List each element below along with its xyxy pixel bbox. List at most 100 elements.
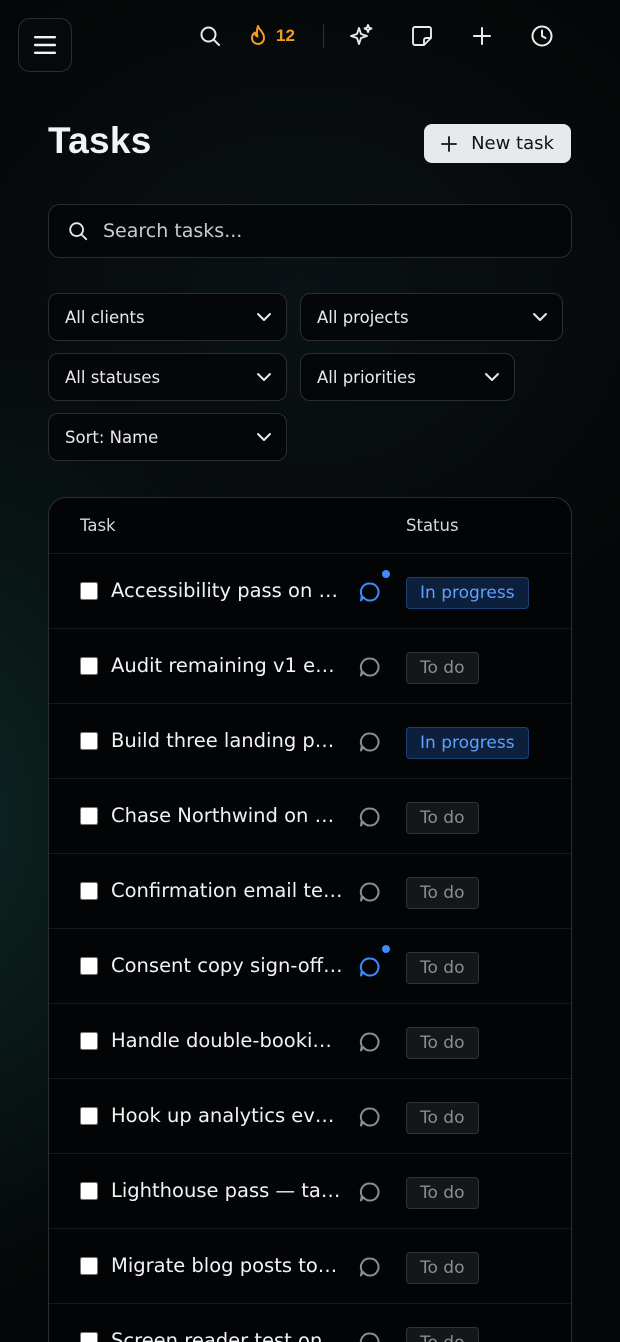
history-button[interactable] xyxy=(522,18,562,54)
project-filter[interactable]: All projects xyxy=(300,293,563,341)
notes-button[interactable] xyxy=(402,18,442,54)
task-name[interactable]: Accessibility pass on keyboard navigatio… xyxy=(111,579,343,602)
task-name[interactable]: Chase Northwind on brand assets xyxy=(111,804,343,827)
new-task-button[interactable]: New task xyxy=(424,124,571,163)
status-badge[interactable]: To do xyxy=(406,802,479,834)
table-header: Task Status xyxy=(49,498,571,554)
status-badge[interactable]: To do xyxy=(406,1252,479,1284)
task-checkbox[interactable] xyxy=(80,1182,98,1200)
task-name[interactable]: Consent copy sign-off from legal xyxy=(111,954,343,977)
task-checkbox[interactable] xyxy=(80,582,98,600)
task-name[interactable]: Audit remaining v1 endpoints xyxy=(111,654,343,677)
priority-filter-label: All priorities xyxy=(317,367,416,387)
table-row[interactable]: Build three landing page variants In pro… xyxy=(49,704,571,779)
chevron-down-icon xyxy=(257,313,271,321)
client-filter[interactable]: All clients xyxy=(48,293,287,341)
clock-icon xyxy=(531,25,553,47)
sparkles-icon xyxy=(349,24,373,45)
table-row[interactable]: Audit remaining v1 endpoints To do xyxy=(49,629,571,704)
menu-button[interactable] xyxy=(18,18,72,72)
status-badge[interactable]: In progress xyxy=(406,577,529,609)
search-button[interactable] xyxy=(190,18,230,54)
status-badge[interactable]: To do xyxy=(406,1102,479,1134)
task-name[interactable]: Migrate blog posts to new CMS xyxy=(111,1254,343,1277)
comment-icon[interactable] xyxy=(358,580,382,604)
status-badge[interactable]: To do xyxy=(406,1327,479,1342)
comment-icon[interactable] xyxy=(358,1255,382,1279)
plus-icon xyxy=(441,135,457,152)
table-row[interactable]: Confirmation email template To do xyxy=(49,854,571,929)
table-row[interactable]: Migrate blog posts to new CMS To do xyxy=(49,1229,571,1304)
task-checkbox[interactable] xyxy=(80,1032,98,1050)
table-row[interactable]: Accessibility pass on keyboard navigatio… xyxy=(49,554,571,629)
chevron-down-icon xyxy=(485,373,499,381)
status-column-header: Status xyxy=(406,516,459,535)
task-name[interactable]: Lighthouse pass — target 90+ xyxy=(111,1179,343,1202)
ai-button[interactable] xyxy=(342,18,382,54)
table-row[interactable]: Lighthouse pass — target 90+ To do xyxy=(49,1154,571,1229)
status-badge[interactable]: To do xyxy=(406,1177,479,1209)
task-checkbox[interactable] xyxy=(80,1257,98,1275)
status-badge[interactable]: To do xyxy=(406,877,479,909)
task-checkbox[interactable] xyxy=(80,882,98,900)
search-input[interactable] xyxy=(103,220,571,242)
top-toolbar: 12 xyxy=(190,18,562,54)
status-badge[interactable]: To do xyxy=(406,1027,479,1059)
task-name[interactable]: Handle double-booking edge case xyxy=(111,1029,343,1052)
tasks-table: Task Status Accessibility pass on keyboa… xyxy=(48,497,572,1342)
status-filter-label: All statuses xyxy=(65,367,161,387)
table-row[interactable]: Hook up analytics events To do xyxy=(49,1079,571,1154)
streak-counter[interactable]: 12 xyxy=(248,24,295,48)
comment-icon[interactable] xyxy=(358,1105,382,1129)
task-checkbox[interactable] xyxy=(80,1332,98,1342)
search-icon xyxy=(200,26,220,46)
task-name[interactable]: Build three landing page variants xyxy=(111,729,343,752)
streak-count: 12 xyxy=(276,26,295,45)
comment-icon[interactable] xyxy=(358,1030,382,1054)
comment-icon[interactable] xyxy=(358,805,382,829)
comment-icon[interactable] xyxy=(358,1180,382,1204)
task-checkbox[interactable] xyxy=(80,1107,98,1125)
unread-dot xyxy=(382,570,390,578)
table-row[interactable]: Chase Northwind on brand assets To do xyxy=(49,779,571,854)
chevron-down-icon xyxy=(257,433,271,441)
plus-icon xyxy=(472,27,491,45)
status-badge[interactable]: In progress xyxy=(406,727,529,759)
task-column-header: Task xyxy=(80,516,116,535)
comment-icon[interactable] xyxy=(358,955,382,979)
flame-icon xyxy=(251,25,265,45)
comment-icon[interactable] xyxy=(358,880,382,904)
comment-icon[interactable] xyxy=(358,730,382,754)
new-task-label: New task xyxy=(471,133,554,154)
task-name[interactable]: Confirmation email template xyxy=(111,879,343,902)
unread-dot xyxy=(382,945,390,953)
comment-icon[interactable] xyxy=(358,655,382,679)
project-filter-label: All projects xyxy=(317,307,409,327)
client-filter-label: All clients xyxy=(65,307,145,327)
search-box xyxy=(48,204,572,258)
table-row[interactable]: Screen reader test on checkout To do xyxy=(49,1304,571,1342)
status-badge[interactable]: To do xyxy=(406,652,479,684)
sort-select-label: Sort: Name xyxy=(65,427,159,447)
task-checkbox[interactable] xyxy=(80,657,98,675)
status-filter[interactable]: All statuses xyxy=(48,353,287,401)
task-checkbox[interactable] xyxy=(80,957,98,975)
task-name[interactable]: Hook up analytics events xyxy=(111,1104,343,1127)
table-row[interactable]: Handle double-booking edge case To do xyxy=(49,1004,571,1079)
table-body: Accessibility pass on keyboard navigatio… xyxy=(49,554,571,1342)
hamburger-icon xyxy=(34,36,56,54)
status-badge[interactable]: To do xyxy=(406,952,479,984)
sort-select[interactable]: Sort: Name xyxy=(48,413,287,461)
priority-filter[interactable]: All priorities xyxy=(300,353,515,401)
task-checkbox[interactable] xyxy=(80,732,98,750)
chevron-down-icon xyxy=(257,373,271,381)
table-row[interactable]: Consent copy sign-off from legal To do xyxy=(49,929,571,1004)
task-name[interactable]: Screen reader test on checkout xyxy=(111,1329,343,1342)
note-icon xyxy=(411,26,432,46)
comment-icon[interactable] xyxy=(358,1330,382,1342)
add-button[interactable] xyxy=(462,18,502,54)
chevron-down-icon xyxy=(533,313,547,321)
tasks-page: 12 Tasks New task Search tasks... All cl… xyxy=(0,0,620,1342)
task-checkbox[interactable] xyxy=(80,807,98,825)
search-icon xyxy=(69,222,88,241)
